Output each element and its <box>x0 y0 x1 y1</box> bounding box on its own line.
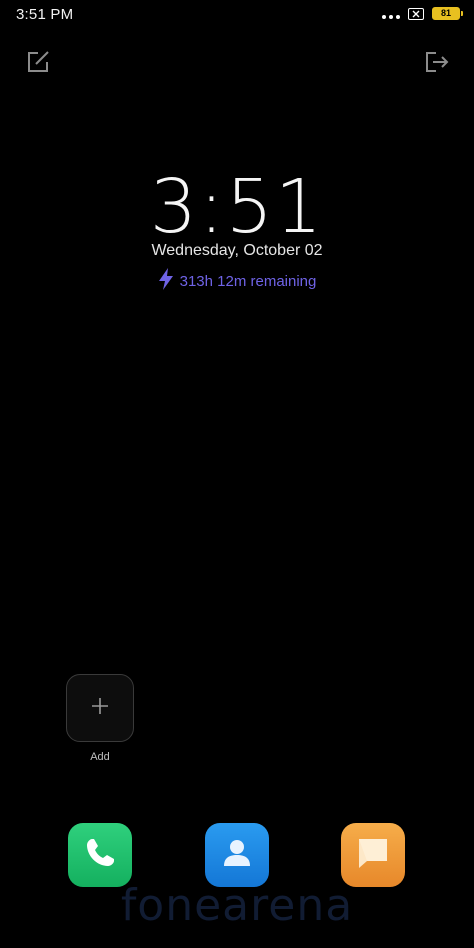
lightning-bolt-icon <box>158 268 174 294</box>
contacts-app-button[interactable] <box>205 823 269 887</box>
status-time: 3:51 PM <box>16 6 74 23</box>
clock-time: 3:51 <box>149 164 325 250</box>
battery-remaining: 313h 12m remaining <box>0 268 474 294</box>
sim-disabled-icon <box>408 7 424 20</box>
watermark: fonearena <box>120 880 354 931</box>
phone-app-button[interactable] <box>68 823 132 887</box>
messages-app-button[interactable] <box>341 823 405 887</box>
plus-icon <box>90 696 110 721</box>
battery-icon: 81 <box>432 7 463 20</box>
phone-icon <box>82 835 118 876</box>
more-dots-icon <box>382 14 400 19</box>
battery-remaining-text: 313h 12m remaining <box>179 272 317 290</box>
status-icons: 81 <box>382 7 463 20</box>
battery-level: 81 <box>440 8 451 18</box>
contacts-icon <box>217 833 257 878</box>
add-shortcut-button[interactable] <box>66 674 134 742</box>
edit-icon[interactable] <box>24 48 52 76</box>
clock-date: Wednesday, October 02 <box>151 242 323 259</box>
exit-icon[interactable] <box>422 48 450 76</box>
message-icon <box>353 833 393 878</box>
add-shortcut-label: Add <box>90 751 110 763</box>
status-bar: 3:51 PM 81 <box>0 0 474 30</box>
